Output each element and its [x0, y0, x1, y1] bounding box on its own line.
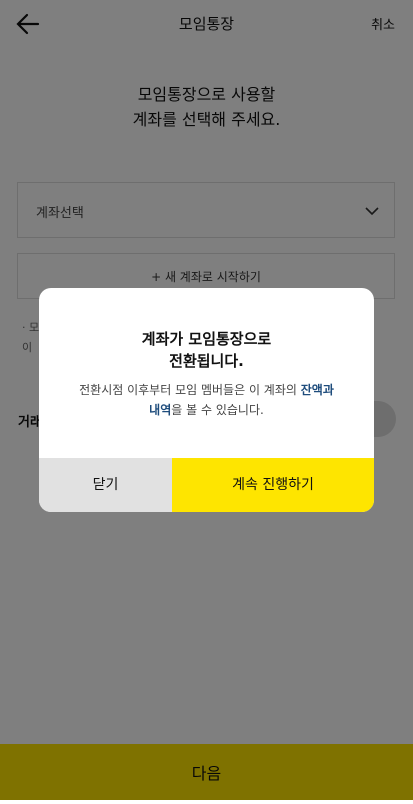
- dialog-desc-highlight-2: 내역: [149, 403, 172, 417]
- dialog-description: 전환시점 이후부터 모임 멤버들은 이 계좌의 잔액과내역을 볼 수 있습니다.: [57, 380, 356, 420]
- confirm-dialog: 계좌가 모임통장으로 전환됩니다. 전환시점 이후부터 모임 멤버들은 이 계좌…: [39, 288, 374, 512]
- dialog-desc-prefix: 전환시점 이후부터 모임 멤버들은 이 계좌의: [79, 383, 301, 397]
- dialog-desc-highlight-1: 잔액과: [300, 383, 334, 397]
- dialog-desc-suffix: 을 볼 수 있습니다.: [171, 403, 264, 417]
- dialog-title-line-2: 전환됩니다.: [169, 352, 244, 370]
- continue-button[interactable]: 계속 진행하기: [172, 458, 374, 512]
- dialog-title-line-1: 계좌가 모임통장으로: [141, 330, 272, 348]
- close-button[interactable]: 닫기: [39, 458, 172, 512]
- dialog-title: 계좌가 모임통장으로 전환됩니다.: [39, 328, 374, 372]
